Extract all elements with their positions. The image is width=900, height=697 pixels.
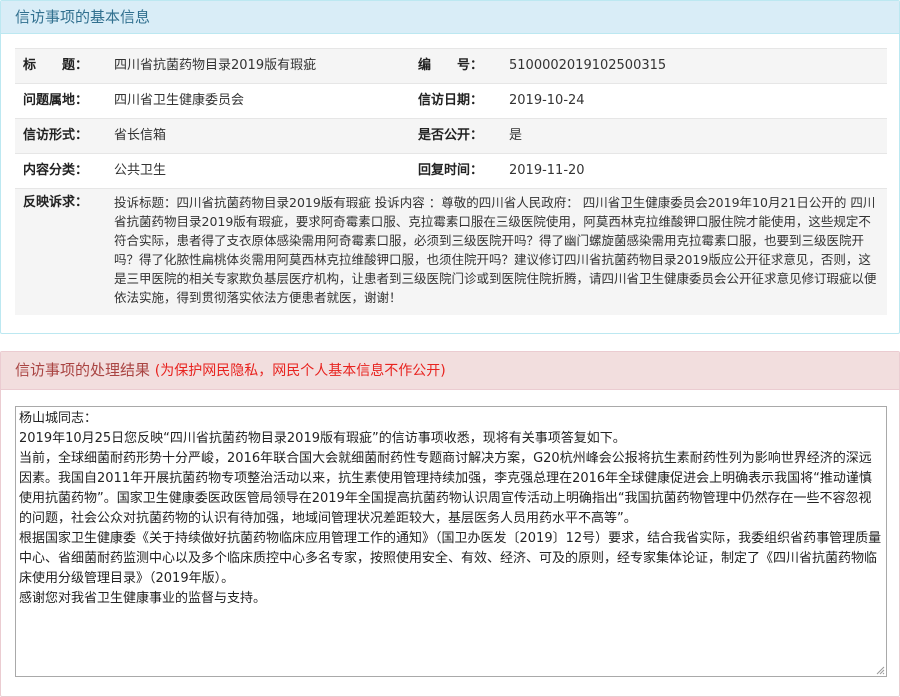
result-panel-title: 信访事项的处理结果 (15, 361, 151, 379)
serial-number-value: 5100002019102500315 (501, 48, 887, 84)
category-label: 内容分类： (15, 153, 106, 189)
category-value: 公共卫生 (106, 153, 417, 189)
location-value: 四川省卫生健康委员会 (106, 83, 417, 119)
feedback-label: 反映诉求： (15, 188, 106, 315)
is-public-value: 是 (501, 118, 887, 154)
title-label: 标 题： (15, 48, 106, 84)
basic-info-panel: 信访事项的基本信息 标 题： 四川省抗菌药物目录2019版有瑕疵 编 号： 51… (0, 0, 900, 334)
location-label: 问题属地： (15, 83, 106, 119)
feedback-text: 投诉标题：四川省抗菌药物目录2019版有瑕疵 投诉内容 ：尊敬的四川省人民政府：… (106, 188, 887, 315)
reply-paragraph: 2019年10月25日您反映“四川省抗菌药物目录2019版有瑕疵”的信访事项收悉… (19, 431, 626, 446)
info-row-form: 信访形式： 省长信箱 是否公开： 是 (15, 118, 887, 154)
petition-date-label: 信访日期： (417, 83, 501, 119)
serial-number-label: 编 号： (417, 48, 501, 84)
info-row-title: 标 题： 四川省抗菌药物目录2019版有瑕疵 编 号： 510000201910… (15, 48, 887, 84)
basic-info-panel-title: 信访事项的基本信息 (1, 1, 899, 34)
result-panel-header: 信访事项的处理结果 (为保护网民隐私，网民个人基本信息不作公开) (1, 352, 899, 390)
basic-info-table: 标 题： 四川省抗菌药物目录2019版有瑕疵 编 号： 510000201910… (15, 48, 887, 315)
petition-form-value: 省长信箱 (106, 118, 417, 154)
is-public-label: 是否公开： (417, 118, 501, 154)
result-panel: 信访事项的处理结果 (为保护网民隐私，网民个人基本信息不作公开) 杨山城同志： … (0, 351, 900, 697)
reply-time-value: 2019-11-20 (501, 153, 887, 189)
reply-salutation: 杨山城同志： (19, 411, 98, 426)
reply-textarea[interactable]: 杨山城同志： 2019年10月25日您反映“四川省抗菌药物目录2019版有瑕疵”… (15, 406, 887, 677)
title-value: 四川省抗菌药物目录2019版有瑕疵 (106, 48, 417, 84)
reply-closing: 感谢您对我省卫生健康事业的监督与支持。 (19, 591, 267, 606)
petition-date-value: 2019-10-24 (501, 83, 887, 119)
petition-form-label: 信访形式： (15, 118, 106, 154)
resize-grip-icon[interactable] (875, 665, 885, 675)
info-row-feedback: 反映诉求： 投诉标题：四川省抗菌药物目录2019版有瑕疵 投诉内容 ：尊敬的四川… (15, 188, 887, 315)
reply-paragraph: 当前，全球细菌耐药形势十分严峻，2016年联合国大会就细菌耐药性专题商讨解决方案… (19, 451, 872, 526)
info-row-location: 问题属地： 四川省卫生健康委员会 信访日期： 2019-10-24 (15, 83, 887, 119)
privacy-note: (为保护网民隐私，网民个人基本信息不作公开) (154, 363, 446, 379)
reply-time-label: 回复时间： (417, 153, 501, 189)
info-row-category: 内容分类： 公共卫生 回复时间： 2019-11-20 (15, 153, 887, 189)
reply-paragraph: 根据国家卫生健康委《关于持续做好抗菌药物临床应用管理工作的通知》（国卫办医发〔2… (19, 531, 882, 586)
